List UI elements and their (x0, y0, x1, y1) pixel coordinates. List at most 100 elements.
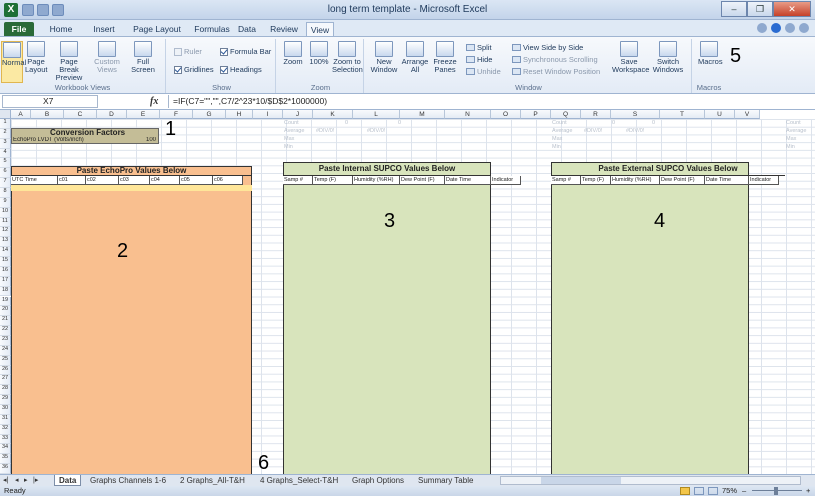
last-sheet-icon[interactable]: |▸ (33, 476, 38, 484)
row-header[interactable]: 31 (0, 414, 11, 425)
echopro-header-cell[interactable]: c06 (213, 176, 243, 185)
switch-windows-button[interactable]: Switch Windows (650, 41, 686, 74)
prev-sheet-icon[interactable]: ◂ (15, 476, 19, 484)
first-sheet-icon[interactable]: ◂| (3, 476, 8, 484)
help-icon[interactable] (771, 23, 781, 33)
sheet-tab-graphs-channels[interactable]: Graphs Channels 1-6 (86, 475, 170, 486)
row-header[interactable]: 21 (0, 316, 11, 327)
column-header[interactable]: T (660, 110, 705, 119)
column-header[interactable]: C (64, 110, 97, 119)
row-header[interactable]: 3 (0, 138, 11, 149)
row-header[interactable]: 7 (0, 178, 11, 189)
echopro-header-cell[interactable]: c02 (86, 176, 119, 185)
zoom-100-button[interactable]: 100% (308, 41, 330, 66)
external-supco-header-cell[interactable]: Humidity (%RH) (611, 176, 660, 185)
internal-supco-header-cell[interactable]: Dew Point (F) (400, 176, 445, 185)
column-header[interactable]: I (253, 110, 283, 119)
tab-formulas[interactable]: Formulas (188, 22, 236, 36)
row-header[interactable]: 16 (0, 266, 11, 277)
tab-view[interactable]: View (306, 22, 334, 36)
row-header[interactable]: 11 (0, 217, 11, 228)
next-sheet-icon[interactable]: ▸ (24, 476, 28, 484)
column-header[interactable]: A (11, 110, 31, 119)
tab-file[interactable]: File (4, 22, 34, 36)
name-box[interactable]: X7 (2, 95, 98, 108)
echopro-active-row[interactable] (11, 185, 252, 191)
column-header[interactable]: P (521, 110, 551, 119)
select-all-corner[interactable] (0, 110, 11, 119)
sheet-tab-4-graphs[interactable]: 4 Graphs_Select-T&H (256, 475, 342, 486)
row-header[interactable]: 24 (0, 345, 11, 356)
formula-input[interactable]: =IF(C7="","",C7/2^23*10/$D$2*1000000) (168, 95, 813, 108)
zoom-level[interactable]: 75% (722, 486, 737, 496)
external-supco-header-cell[interactable]: Temp (F) (581, 176, 611, 185)
internal-supco-header-cell[interactable]: Indicator (491, 176, 521, 185)
row-header[interactable]: 30 (0, 404, 11, 415)
echopro-header-cell[interactable]: UTC Time (11, 176, 58, 185)
synchronous-scrolling-button[interactable]: Synchronous Scrolling (512, 55, 598, 64)
external-supco-header-cell[interactable]: Samp # (551, 176, 581, 185)
column-header[interactable]: S (611, 110, 660, 119)
tab-home[interactable]: Home (44, 22, 78, 36)
row-header[interactable]: 15 (0, 257, 11, 267)
echopro-header-cell[interactable]: c04 (150, 176, 180, 185)
row-header[interactable]: 17 (0, 276, 11, 287)
minimize-ribbon-icon[interactable] (757, 23, 767, 33)
external-supco-paste-area[interactable] (551, 162, 749, 474)
column-header[interactable]: O (491, 110, 521, 119)
internal-supco-header-cell[interactable]: Temp (F) (313, 176, 353, 185)
column-header[interactable]: G (193, 110, 226, 119)
tab-review[interactable]: Review (266, 22, 302, 36)
sheet-tab-data[interactable]: Data (54, 475, 82, 486)
new-window-button[interactable]: New Window (370, 41, 398, 74)
echopro-header-cell[interactable]: c01 (58, 176, 86, 185)
row-header[interactable]: 6 (0, 168, 11, 179)
worksheet[interactable]: ABCDEFGHIJKLMNOPQRSTUV 1 2 3 4 5 6 7 8 9 10 11 12 13… (0, 110, 815, 474)
row-header[interactable]: 35 (0, 454, 11, 465)
echopro-header-cell[interactable]: c05 (180, 176, 213, 185)
conversion-value[interactable]: 100 (146, 137, 156, 143)
sheet-tab-graph-options[interactable]: Graph Options (348, 475, 408, 486)
row-header[interactable]: 2 (0, 128, 11, 139)
normal-view-button[interactable]: Normal (1, 41, 26, 83)
page-layout-status-icon[interactable] (694, 487, 704, 495)
tab-insert[interactable]: Insert (86, 22, 122, 36)
row-header[interactable]: 1 (0, 119, 11, 129)
row-header[interactable]: 19 (0, 296, 11, 307)
external-supco-header-cell[interactable]: Indicator (749, 176, 779, 185)
row-header[interactable]: 14 (0, 247, 11, 258)
column-header[interactable]: E (127, 110, 160, 119)
row-header[interactable]: 29 (0, 395, 11, 405)
save-workspace-button[interactable]: Save Workspace (612, 41, 649, 74)
row-header[interactable]: 5 (0, 158, 11, 169)
row-header[interactable]: 34 (0, 444, 11, 455)
internal-supco-header-cell[interactable]: Humidity (%RH) (353, 176, 400, 185)
macros-button[interactable]: Macros (698, 41, 723, 66)
row-header[interactable]: 22 (0, 326, 11, 336)
zoom-in-button[interactable]: + (806, 486, 810, 496)
column-header[interactable]: L (353, 110, 400, 119)
close-button[interactable]: ✕ (773, 1, 811, 17)
sheet-tab-2-graphs[interactable]: 2 Graphs_All-T&H (176, 475, 249, 486)
page-break-status-icon[interactable] (708, 487, 718, 495)
column-header[interactable]: J (283, 110, 313, 119)
column-header[interactable]: N (445, 110, 491, 119)
freeze-panes-button[interactable]: Freeze Panes (430, 41, 460, 74)
row-header[interactable]: 8 (0, 188, 11, 198)
normal-view-status-icon[interactable] (680, 487, 690, 495)
row-header[interactable]: 27 (0, 375, 11, 386)
horizontal-scroll-thumb[interactable] (541, 477, 621, 484)
headings-checkbox[interactable]: Headings (220, 65, 262, 74)
external-supco-header-cell[interactable]: Dew Point (F) (660, 176, 705, 185)
unhide-button[interactable]: Unhide (466, 67, 501, 76)
page-break-preview-button[interactable]: Page Break Preview (50, 41, 88, 82)
zoom-out-button[interactable]: – (742, 486, 746, 496)
column-header[interactable]: M (400, 110, 445, 119)
internal-supco-header-cell[interactable]: Samp # (283, 176, 313, 185)
row-header[interactable]: 4 (0, 148, 11, 159)
column-header[interactable]: H (226, 110, 253, 119)
full-screen-button[interactable]: Full Screen (126, 41, 160, 74)
column-header[interactable]: R (581, 110, 611, 119)
restore-button[interactable]: ❐ (747, 1, 773, 17)
view-side-by-side-button[interactable]: View Side by Side (512, 43, 583, 52)
